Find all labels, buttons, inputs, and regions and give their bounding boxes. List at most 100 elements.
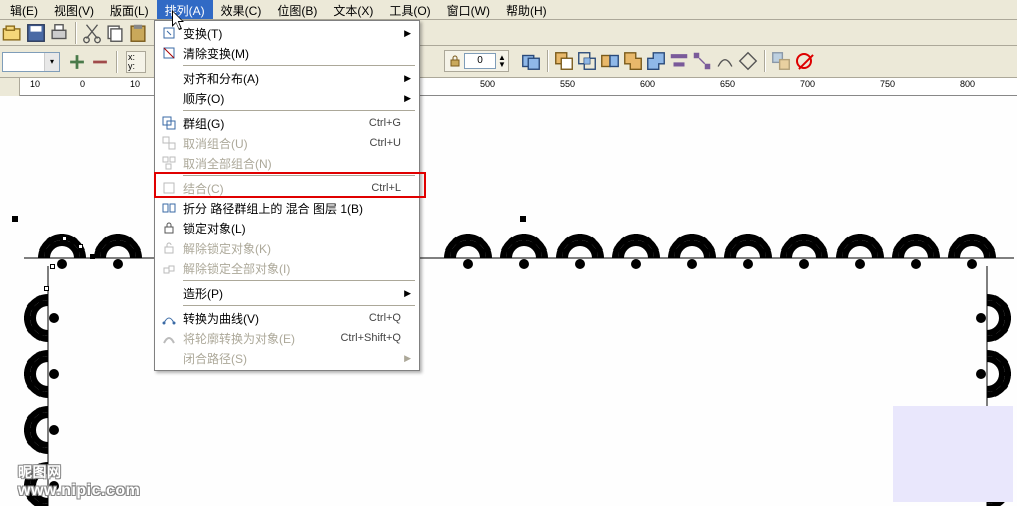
menu-item-label: 对齐和分布(A) <box>179 70 413 87</box>
xy-indicator: x: y: <box>126 51 146 73</box>
submenu-arrow-icon: ▶ <box>404 28 411 39</box>
menu-item-group[interactable]: 群组(G) Ctrl+G <box>157 113 417 133</box>
ruler-tick-label: 10 <box>130 79 140 89</box>
nudge-value[interactable]: 0 <box>464 53 496 69</box>
cut-icon[interactable] <box>81 22 103 44</box>
arrange-menu: 变换(T) ▶ 清除变换(M) 对齐和分布(A) ▶ 顺序(O) ▶ 群组(G)… <box>154 20 420 371</box>
toolbar-standard <box>0 20 1017 46</box>
menu-item-label: 取消组合(U) <box>179 135 370 152</box>
ruler-tick-label: 750 <box>880 79 895 89</box>
menu-help[interactable]: 帮助(H) <box>498 0 555 19</box>
copy-icon[interactable] <box>104 22 126 44</box>
open-icon[interactable] <box>2 22 24 44</box>
menu-item-unlock-all: 解除锁定全部对象(I) <box>157 258 417 278</box>
menu-separator <box>183 280 415 281</box>
submenu-arrow-icon: ▶ <box>404 288 411 299</box>
menu-window[interactable]: 窗口(W) <box>439 0 498 19</box>
wrap-icon[interactable] <box>714 50 736 72</box>
toolbar-separator <box>116 51 118 73</box>
menu-item-label: 结合(C) <box>179 180 371 197</box>
chevron-down-icon: ▾ <box>44 53 59 71</box>
menubar: 辑(E) 视图(V) 版面(L) 排列(A) 效果(C) 位图(B) 文本(X)… <box>0 0 1017 20</box>
menu-item-combine: 结合(C) Ctrl+L <box>157 178 417 198</box>
menu-shortcut: Ctrl+Shift+Q <box>340 332 413 344</box>
simplify-icon[interactable] <box>599 50 621 72</box>
spinner-icon[interactable]: ▲▼ <box>498 54 506 68</box>
menu-item-label: 群组(G) <box>179 115 369 132</box>
group-icon[interactable] <box>770 50 792 72</box>
menu-item-label: 转换为曲线(V) <box>179 310 369 327</box>
selection-handle[interactable] <box>520 216 526 222</box>
path-node[interactable] <box>44 286 49 291</box>
no-fill-icon[interactable] <box>793 50 815 72</box>
selection-handle[interactable] <box>12 216 18 222</box>
menu-item-label: 锁定对象(L) <box>179 220 413 237</box>
lock-icon[interactable] <box>447 50 463 72</box>
ungroup-all-icon <box>159 156 179 170</box>
ruler-tick-label: 650 <box>720 79 735 89</box>
toolbar-separator <box>547 50 549 72</box>
submenu-arrow-icon: ▶ <box>404 73 411 84</box>
shaping-toolbar <box>520 50 816 72</box>
ruler-corner <box>0 78 20 96</box>
menu-tools[interactable]: 工具(O) <box>381 0 438 19</box>
menu-item-break-apart[interactable]: 折分 路径群组上的 混合 图层 1(B) <box>157 198 417 218</box>
ruler-tick-label: 550 <box>560 79 575 89</box>
align-icon[interactable] <box>668 50 690 72</box>
menu-layout[interactable]: 版面(L) <box>102 0 157 19</box>
print-icon[interactable] <box>48 22 70 44</box>
menu-separator <box>183 305 415 306</box>
save-icon[interactable] <box>25 22 47 44</box>
menu-view[interactable]: 视图(V) <box>46 0 102 19</box>
envelope-icon[interactable] <box>737 50 759 72</box>
menu-item-transform[interactable]: 变换(T) ▶ <box>157 23 417 43</box>
menu-item-unlock: 解除锁定对象(K) <box>157 238 417 258</box>
menu-text[interactable]: 文本(X) <box>325 0 381 19</box>
path-node[interactable] <box>50 264 55 269</box>
front-minus-back-icon[interactable] <box>622 50 644 72</box>
unlock-icon <box>159 241 179 255</box>
path-node[interactable] <box>62 236 67 241</box>
add-node-icon[interactable] <box>66 51 88 73</box>
watermark-line2: www.nipic.com <box>18 482 140 500</box>
menu-item-label: 造形(P) <box>179 285 413 302</box>
canvas[interactable] <box>0 96 1017 506</box>
menu-effects[interactable]: 效果(C) <box>213 0 270 19</box>
submenu-arrow-icon: ▶ <box>404 353 411 364</box>
weld-icon[interactable] <box>520 50 542 72</box>
menu-item-clear-transform[interactable]: 清除变换(M) <box>157 43 417 63</box>
trim-icon[interactable] <box>553 50 575 72</box>
menu-item-label: 顺序(O) <box>179 90 413 107</box>
path-node[interactable] <box>78 244 83 249</box>
menu-item-align[interactable]: 对齐和分布(A) ▶ <box>157 68 417 88</box>
preset-dropdown[interactable]: ▾ <box>2 52 60 72</box>
menu-item-shaping[interactable]: 造形(P) ▶ <box>157 283 417 303</box>
watermark-line1: 昵图网 <box>18 462 140 482</box>
menu-item-ungroup-all: 取消全部组合(N) <box>157 153 417 173</box>
menu-shortcut: Ctrl+G <box>369 117 413 129</box>
menu-item-order[interactable]: 顺序(O) ▶ <box>157 88 417 108</box>
path-node[interactable] <box>90 254 95 259</box>
menu-bitmap[interactable]: 位图(B) <box>269 0 325 19</box>
menu-item-to-curves[interactable]: 转换为曲线(V) Ctrl+Q <box>157 308 417 328</box>
unlock-all-icon <box>159 261 179 275</box>
paste-icon[interactable] <box>127 22 149 44</box>
menu-item-label: 将轮廓转换为对象(E) <box>179 330 340 347</box>
back-minus-front-icon[interactable] <box>645 50 667 72</box>
menu-item-lock[interactable]: 锁定对象(L) <box>157 218 417 238</box>
menu-separator <box>183 110 415 111</box>
ruler-tick-label: 500 <box>480 79 495 89</box>
menu-item-label: 解除锁定全部对象(I) <box>179 260 413 277</box>
ungroup-icon <box>159 136 179 150</box>
menu-item-outline-to-object: 将轮廓转换为对象(E) Ctrl+Shift+Q <box>157 328 417 348</box>
menu-arrange[interactable]: 排列(A) <box>157 0 213 19</box>
menu-item-label: 清除变换(M) <box>179 45 413 62</box>
menu-item-label: 折分 路径群组上的 混合 图层 1(B) <box>179 200 413 217</box>
menu-shortcut: Ctrl+L <box>371 182 413 194</box>
transform-icon <box>159 26 179 40</box>
menu-edit[interactable]: 辑(E) <box>2 0 46 19</box>
ruler-row: 10 0 10 500 550 600 650 700 750 800 <box>0 78 1017 96</box>
distribute-icon[interactable] <box>691 50 713 72</box>
intersect-icon[interactable] <box>576 50 598 72</box>
remove-node-icon[interactable] <box>89 51 111 73</box>
